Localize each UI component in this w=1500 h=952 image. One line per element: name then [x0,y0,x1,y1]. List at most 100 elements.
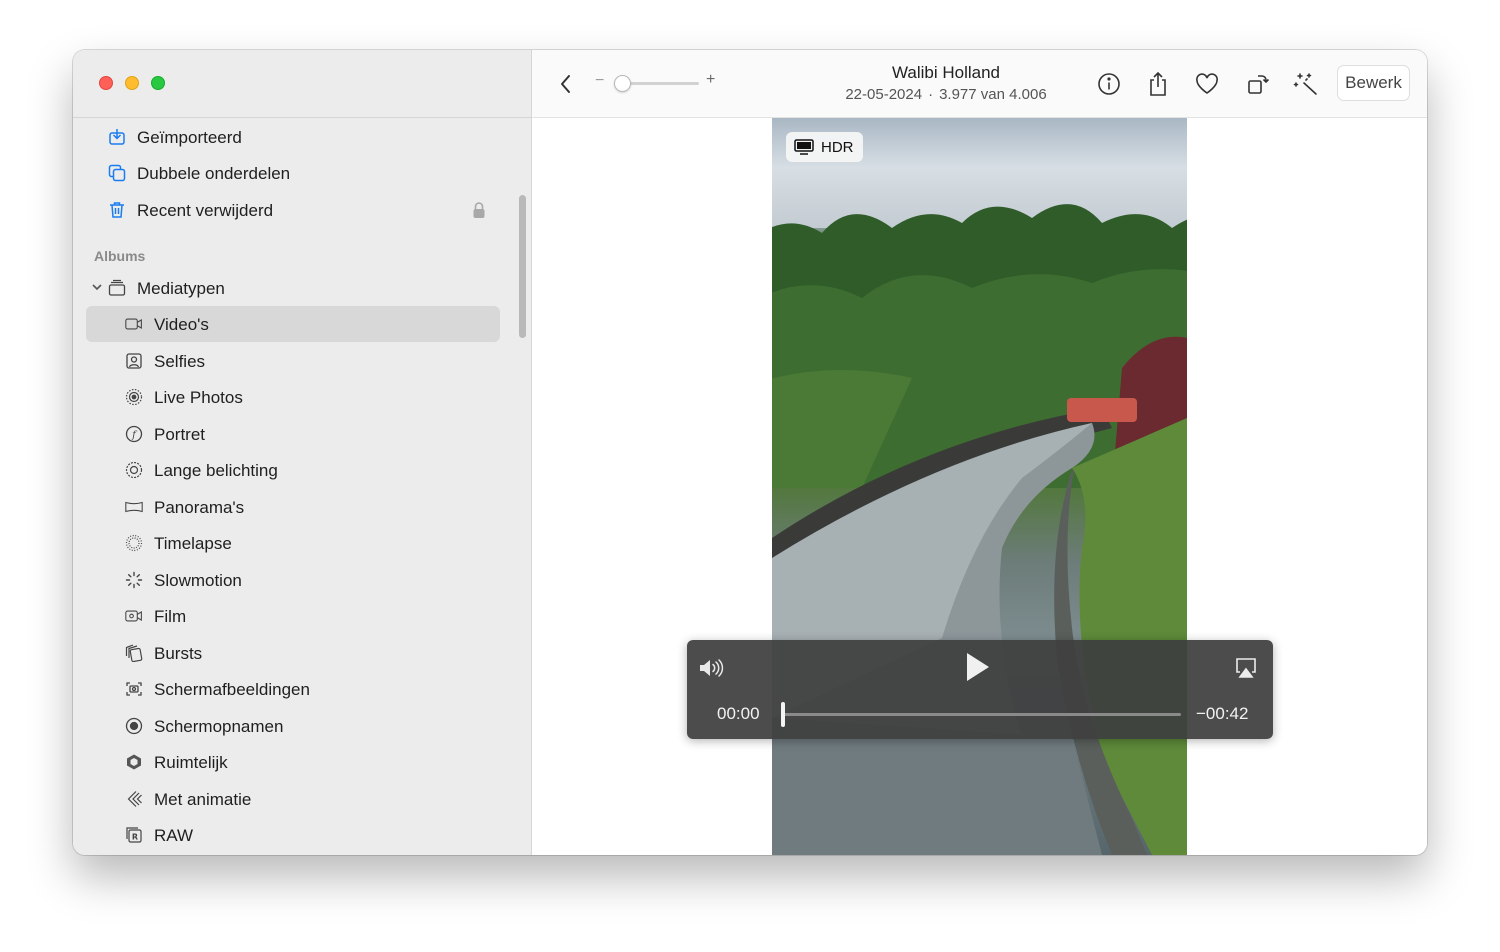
airplay-icon [1236,658,1256,678]
chevron-down-icon[interactable] [90,280,104,294]
hdr-label: HDR [821,138,854,156]
favorite-button[interactable] [1191,68,1223,100]
albums-section-title: Albums [94,248,146,264]
bursts-icon [125,644,143,662]
progress-track[interactable] [782,713,1181,716]
sidebar-item-imported[interactable]: Geïmporteerd [86,119,500,155]
sidebar-item-screen-recordings[interactable]: Schermopnamen [86,708,500,744]
sidebar-item-duplicates[interactable]: Dubbele onderdelen [86,155,500,191]
screen-recording-icon [125,717,143,735]
video-icon [125,315,143,333]
sidebar-item-label: Live Photos [154,388,243,407]
sidebar-item-screenshots[interactable]: Schermafbeeldingen [86,671,500,707]
spatial-icon [125,753,143,771]
sidebar-item-selfies[interactable]: Selfies [86,343,500,379]
maximize-window-button[interactable] [151,76,165,90]
subtitle-separator: · [928,86,934,103]
sidebar-item-label: RAW [154,826,194,845]
photo-subtitle: 22-05-2024 · 3.977 van 4.006 [812,85,1080,104]
remaining-time: −00:42 [1196,704,1249,723]
zoom-in-button[interactable]: + [706,71,715,89]
sidebar-item-label: Film [154,607,187,626]
share-button[interactable] [1142,68,1174,100]
display-icon [794,139,814,155]
sidebar-item-film[interactable]: Film [86,598,500,634]
speaker-icon [700,659,724,677]
sidebar-item-portrait[interactable]: f Portret [86,416,500,452]
chevron-left-icon [561,75,570,93]
raw-icon: R [125,826,143,844]
sidebar-item-label: Mediatypen [137,279,225,298]
timelapse-icon [125,534,143,552]
live-photo-icon [125,388,143,406]
media-types-icon [108,279,126,297]
volume-button[interactable] [697,654,727,682]
zoom-slider-handle[interactable] [614,75,631,92]
progress-scrubber[interactable] [781,702,785,727]
sidebar-item-slowmotion[interactable]: Slowmotion [86,562,500,598]
sidebar-item-animated[interactable]: Met animatie [86,781,500,817]
photo-title: Walibi Holland [891,63,1001,82]
photo-viewer: − + Walibi Holland 22-05-2024 · 3.977 van … [532,50,1427,855]
sidebar-titlebar [73,50,532,118]
sidebar-group-media-types[interactable]: Mediatypen [86,270,500,306]
edit-button[interactable]: Bewerk [1337,65,1410,101]
video-controls: 00:00 −00:42 [687,640,1273,739]
svg-text:f: f [131,430,138,441]
portrait-icon: f [125,425,143,443]
river-illustration [772,398,1187,855]
sidebar-item-live-photos[interactable]: Live Photos [86,379,500,415]
sidebar-scrollbar[interactable] [519,195,526,338]
info-button[interactable] [1093,68,1125,100]
sidebar-item-long-exposure[interactable]: Lange belichting [86,452,500,488]
hdr-badge: HDR [786,132,863,162]
photos-window: Geïmporteerd Dubbele onderdelen Recent v… [73,50,1427,855]
sidebar-item-label: Recent verwijderd [137,201,274,220]
animated-icon [125,790,143,808]
sidebar-item-spatial[interactable]: Ruimtelijk [86,744,500,780]
sidebar-item-label: Schermopnamen [154,717,284,736]
sidebar-item-label: Selfies [154,352,206,371]
auto-enhance-button[interactable] [1290,68,1322,100]
info-icon [1098,73,1120,95]
sidebar-item-label: Met animatie [154,790,252,809]
sidebar-item-recently-deleted[interactable]: Recent verwijderd [86,192,500,228]
photo-date: 22-05-2024 [845,86,923,103]
rotate-icon [1248,75,1270,94]
magic-wand-icon [1293,73,1317,95]
sidebar-item-raw[interactable]: R RAW [86,817,500,853]
heart-icon [1196,73,1218,94]
duplicates-icon [108,164,126,182]
back-button[interactable] [550,68,582,100]
selfie-icon [125,352,143,370]
sidebar-item-label: Video's [154,315,209,334]
elapsed-time: 00:00 [717,704,760,723]
airplay-button[interactable] [1232,655,1260,681]
slowmotion-icon [125,571,143,589]
sidebar-item-label: Portret [154,425,206,444]
sidebar-item-timelapse[interactable]: Timelapse [86,525,500,561]
svg-text:R: R [132,833,138,842]
sidebar-item-label: Geïmporteerd [137,128,242,147]
sidebar-item-label: Bursts [154,644,203,663]
zoom-out-button[interactable]: − [595,72,604,90]
rotate-button[interactable] [1242,68,1274,100]
sidebar-item-label: Lange belichting [154,461,278,480]
sidebar-item-label: Ruimtelijk [154,753,228,772]
sidebar-item-bursts[interactable]: Bursts [86,635,500,671]
sidebar-item-label: Dubbele onderdelen [137,164,291,183]
screenshot-icon [125,680,143,698]
play-icon [967,653,989,681]
sidebar-item-label: Schermafbeeldingen [154,680,310,699]
sidebar-item-panoramas[interactable]: Panorama's [86,489,500,525]
play-button[interactable] [961,650,993,684]
video-frame[interactable]: HDR [772,118,1187,855]
close-window-button[interactable] [99,76,113,90]
photo-title-block: Walibi Holland 22-05-2024 · 3.977 van 4.00… [812,62,1080,104]
sidebar-item-videos[interactable]: Video's [86,306,500,342]
lock-icon [472,201,486,224]
share-icon [1150,71,1166,96]
minimize-window-button[interactable] [125,76,139,90]
film-icon [125,607,143,625]
import-icon [108,128,126,146]
